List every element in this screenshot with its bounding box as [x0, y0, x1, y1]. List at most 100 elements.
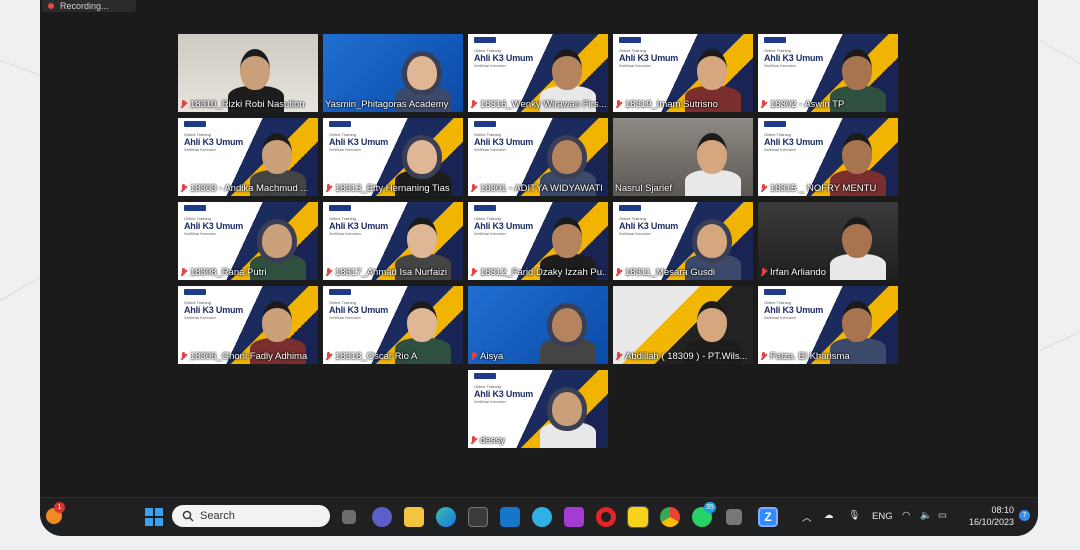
person-head	[407, 301, 437, 342]
participant-tile[interactable]: Online Training Ahli K3 Umum Sertifikasi K…	[178, 202, 318, 280]
media-player-icon[interactable]	[726, 509, 742, 525]
slide-sub: Sertifikasi Kemnaker	[329, 232, 362, 236]
participant-tile[interactable]: Online Training Ahli K3 Umum Sertifikasi K…	[178, 118, 318, 196]
participant-tile[interactable]: Online Training Ahli K3 Umum Sertifikasi K…	[613, 202, 753, 280]
participant-name-tag: 18313_Etty Hernaning Tias	[325, 183, 461, 194]
slide-logo	[619, 37, 641, 43]
participant-name: 18317_Ahmad Isa Nurfaizi	[335, 267, 447, 278]
windows-start-icon[interactable]	[144, 507, 164, 527]
mic-muted-icon	[760, 100, 767, 109]
clock-time: 08:10	[991, 505, 1014, 515]
person-head	[552, 217, 582, 258]
mic-muted-icon	[470, 268, 477, 277]
participant-tile[interactable]: Aisya	[468, 286, 608, 364]
person-head	[842, 301, 872, 342]
language-indicator[interactable]: ENG	[872, 511, 893, 522]
show-hidden-icons-icon[interactable]: ︿	[802, 510, 812, 524]
wifi-icon[interactable]: ◠	[902, 510, 910, 521]
participant-name-tag: Faiza. El Kharisma	[760, 351, 896, 362]
person-head	[697, 224, 727, 258]
participant-gallery: 18310_Rizki Robi Nasution Yasmin_Phitagor…	[40, 0, 1038, 536]
slide-logo	[764, 121, 786, 127]
participant-tile[interactable]: Online Training Ahli K3 Umum Sertifikasi K…	[468, 118, 608, 196]
person-head	[407, 217, 437, 258]
mic-muted-icon	[180, 268, 187, 277]
participant-name: Abdillah ( 18309 ) - PT.Wils...	[625, 351, 748, 362]
slide-sub: Sertifikasi Kemnaker	[184, 232, 217, 236]
participant-tile[interactable]: Online Training Ahli K3 Umum Sertifikasi K…	[323, 286, 463, 364]
participant-tile[interactable]: Yasmin_Phitagoras Academy	[323, 34, 463, 112]
meet-chat-icon[interactable]	[372, 507, 392, 527]
participant-tile[interactable]: Nasrul Sjarief	[613, 118, 753, 196]
participant-tile[interactable]: Online Training Ahli K3 Umum Sertifikasi K…	[178, 286, 318, 364]
slide-title: Ahli K3 Umum	[184, 305, 244, 315]
slide-logo	[184, 205, 206, 211]
opera-icon[interactable]	[596, 507, 616, 527]
participant-tile[interactable]: Online Training Ahli K3 Umum Sertifikasi K…	[613, 34, 753, 112]
participant-name: 18315 _ NOFRY MENTU	[770, 183, 877, 194]
participant-name-tag: 18302 - Aswin TP	[760, 99, 896, 110]
participant-name: dessy	[480, 435, 505, 446]
participant-name: 18303 - Andika Machmud ...	[190, 183, 309, 194]
participant-name-tag: 18308_Rana Putri	[180, 267, 316, 278]
participant-tile[interactable]: Online Training Ahli K3 Umum Sertifikasi K…	[758, 118, 898, 196]
search-icon	[182, 510, 194, 522]
participant-tile[interactable]: Online Training Ahli K3 Umum Sertifikasi K…	[468, 202, 608, 280]
participant-tile[interactable]: Online Training Ahli K3 Umum Sertifikasi K…	[468, 370, 608, 448]
participant-name-tag: Yasmin_Phitagoras Academy	[325, 99, 461, 110]
slide-logo	[474, 121, 496, 127]
person-head	[697, 133, 727, 174]
participant-name-tag: 18303 - Andika Machmud ...	[180, 183, 316, 194]
participant-name: Yasmin_Phitagoras Academy	[325, 99, 449, 110]
participant-tile[interactable]: Online Training Ahli K3 Umum Sertifikasi K…	[758, 34, 898, 112]
slide-logo	[474, 205, 496, 211]
slide-title: Ahli K3 Umum	[474, 389, 534, 399]
store-icon[interactable]	[468, 507, 488, 527]
sticky-notes-icon[interactable]	[627, 506, 649, 528]
app-circle-icon[interactable]	[532, 507, 552, 527]
participant-name: 18316_Wenky Wirawan Firs...	[480, 99, 606, 110]
participant-name: 18310_Rizki Robi Nasution	[190, 99, 305, 110]
file-explorer-icon[interactable]	[404, 507, 424, 527]
taskbar-clock[interactable]: 08:10 16/10/2023	[969, 504, 1014, 528]
mic-muted-icon	[180, 100, 187, 109]
participant-tile[interactable]: Online Training Ahli K3 Umum Sertifikasi K…	[323, 202, 463, 280]
participant-tile[interactable]: 18310_Rizki Robi Nasution	[178, 34, 318, 112]
slide-sub: Sertifikasi Kemnaker	[474, 232, 507, 236]
mic-muted-icon	[470, 352, 477, 361]
participant-tile[interactable]: Online Training Ahli K3 Umum Sertifikasi K…	[758, 286, 898, 364]
notification-center-badge[interactable]: 7	[1019, 510, 1030, 521]
slide-sub: Sertifikasi Kemnaker	[619, 64, 652, 68]
volume-icon[interactable]: 🔈	[920, 510, 932, 521]
chrome-icon[interactable]	[660, 507, 680, 527]
person-head	[697, 301, 727, 342]
person-head	[842, 217, 872, 258]
cloud-icon[interactable]: ☁	[824, 510, 834, 521]
participant-tile[interactable]: Online Training Ahli K3 Umum Sertifikasi K…	[323, 118, 463, 196]
slide-title: Ahli K3 Umum	[764, 305, 824, 315]
edge-browser-icon[interactable]	[436, 507, 456, 527]
search-placeholder: Search	[200, 510, 235, 522]
participant-name-tag: 18311_Mesara Gusdi	[615, 267, 751, 278]
microphone-icon[interactable]: 🎙	[848, 510, 860, 521]
task-view-icon[interactable]	[342, 510, 356, 524]
slide-title: Ahli K3 Umum	[474, 53, 534, 63]
slide-title: Ahli K3 Umum	[329, 137, 389, 147]
mic-muted-icon	[760, 352, 767, 361]
person-head	[552, 140, 582, 174]
participant-name: 18308_Rana Putri	[190, 267, 267, 278]
slide-sub: Sertifikasi Kemnaker	[764, 64, 797, 68]
participant-name-tag: 18315 _ NOFRY MENTU	[760, 183, 896, 194]
slide-logo	[329, 205, 351, 211]
participant-tile[interactable]: Abdillah ( 18309 ) - PT.Wils...	[613, 286, 753, 364]
app-purple-icon[interactable]	[564, 507, 584, 527]
participant-tile[interactable]: Irfan Arliando	[758, 202, 898, 280]
taskbar-search-box[interactable]: Search	[172, 505, 330, 527]
app-blue-icon[interactable]	[500, 507, 520, 527]
battery-icon[interactable]: ▭	[938, 510, 947, 521]
person-head	[407, 140, 437, 174]
slide-sub: Sertifikasi Kemnaker	[474, 64, 507, 68]
mic-muted-icon	[180, 184, 187, 193]
participant-tile[interactable]: Online Training Ahli K3 Umum Sertifikasi K…	[468, 34, 608, 112]
zoom-icon[interactable]: Z	[758, 507, 778, 527]
